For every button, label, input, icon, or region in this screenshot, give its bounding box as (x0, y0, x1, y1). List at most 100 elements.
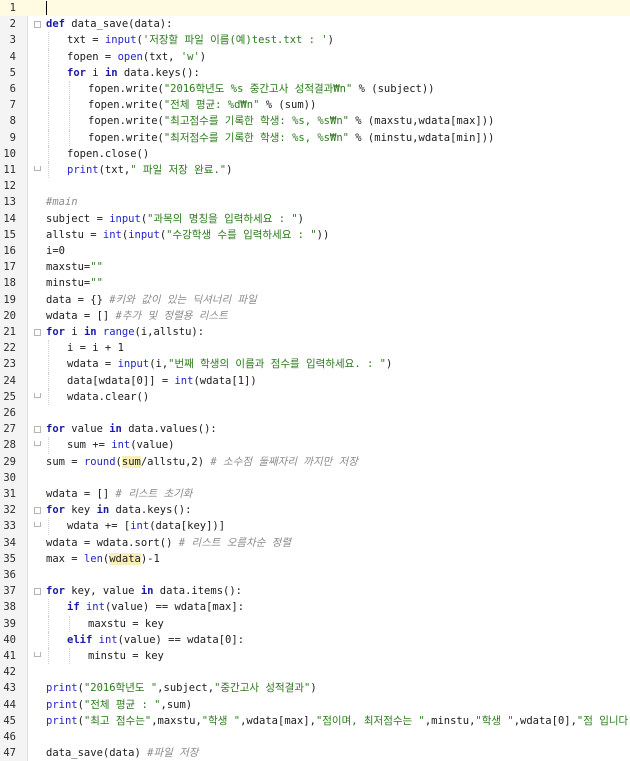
string-token: "전체 평균: %d₩n" (163, 99, 260, 112)
code-token: ,wdata[0], (513, 714, 577, 727)
line-number: 24 (3, 374, 16, 387)
code-token: (txt, (142, 50, 181, 63)
line-number: 22 (3, 342, 16, 355)
code-line[interactable]: 31 wdata = [] # 리스트 초기화 (0, 486, 630, 502)
code-line[interactable]: 2 def data_save(data): (0, 16, 630, 32)
code-token: fopen.write( (88, 83, 164, 95)
code-line[interactable]: 39 maxstu = key (0, 615, 630, 632)
code-line[interactable]: 12 (0, 178, 630, 194)
indent-guide (48, 340, 49, 357)
code-line[interactable]: 16 i=0 (0, 243, 630, 259)
code-line[interactable]: 27 for value in data.values(): (0, 421, 630, 437)
line-number: 41 (3, 650, 16, 662)
code-line[interactable]: 13 #main (0, 194, 630, 210)
comment-token: #파일 저장 (147, 747, 199, 760)
code-line[interactable]: 37 for key, value in data.items(): (0, 583, 630, 599)
code-text: fopen.close() (67, 146, 149, 162)
code-token: data_save(data) (46, 747, 148, 760)
code-line[interactable]: 1 (0, 0, 630, 17)
line-number: 44 (3, 698, 16, 711)
code-editor[interactable]: 1 2 def data_save(data): 3 txt = input('저장할 … (0, 0, 630, 761)
code-token: (data[key])] (149, 520, 226, 533)
line-number: 39 (3, 617, 16, 630)
code-text: data_save(data) #파일 저장 (46, 745, 198, 761)
code-line[interactable]: 42 (0, 664, 630, 680)
code-line[interactable]: 46 (0, 729, 630, 745)
code-text: wdata = [] #추가 및 정렬용 리스트 (46, 308, 228, 324)
string-token: "점 입니다." (576, 714, 630, 727)
code-line[interactable]: 10 fopen.close() (0, 145, 630, 162)
line-number: 35 (3, 552, 16, 565)
code-line[interactable]: 30 (0, 470, 630, 486)
code-text: fopen.write("2016학년도 %s 중간고사 성적결과₩n" % (… (88, 81, 435, 97)
fold-toggle-icon[interactable] (34, 21, 41, 29)
line-number: 10 (3, 147, 16, 160)
code-line[interactable]: 26 (0, 405, 630, 421)
code-line[interactable]: 36 (0, 567, 630, 583)
keyword-token: in (104, 66, 118, 79)
fold-toggle-icon[interactable] (34, 507, 41, 515)
line-number: 38 (3, 601, 16, 614)
code-line[interactable]: 35 max = len(wdata)-1 (0, 551, 630, 567)
comment-token: #main (46, 196, 78, 209)
line-number: 15 (3, 228, 16, 241)
code-token: (value) == wdata[0]: (117, 633, 245, 646)
code-token: key (64, 504, 97, 517)
code-line[interactable]: 28 sum += int(value) (0, 437, 630, 454)
line-number: 43 (3, 682, 16, 695)
code-token: data[wdata[0]] = (67, 374, 175, 387)
code-line[interactable]: 17 maxstu="" (0, 259, 630, 275)
code-line[interactable]: 7 fopen.write("전체 평균: %d₩n" % (sum)) (0, 97, 630, 114)
code-line[interactable]: 24 data[wdata[0]] = int(wdata[1]) (0, 372, 630, 389)
code-line[interactable]: 19 data = {} #키와 값이 있는 딕셔너리 파일 (0, 292, 630, 308)
indent-guide (48, 97, 49, 114)
code-line[interactable]: 23 wdata = input(i,"번째 학생의 이름과 점수를 입력하세요.… (0, 356, 630, 373)
code-line[interactable]: 18 minstu="" (0, 275, 630, 291)
code-token: wdata = [] (46, 309, 116, 322)
code-line[interactable]: 6 fopen.write("2016학년도 %s 중간고사 성적결과₩n" % … (0, 81, 630, 98)
builtin-token: int (85, 601, 105, 614)
code-line[interactable]: 40 elif int(value) == wdata[0]: (0, 631, 630, 648)
code-line[interactable]: 3 txt = input('저장할 파일 이름(예)test.txt : ') (0, 32, 630, 49)
code-line[interactable]: 25 wdata.clear() (0, 388, 630, 405)
code-line[interactable]: 20 wdata = [] #추가 및 정렬용 리스트 (0, 308, 630, 324)
fold-toggle-icon[interactable] (34, 588, 41, 596)
code-line[interactable]: 47 data_save(data) #파일 저장 (0, 745, 630, 761)
code-line[interactable]: 32 for key in data.keys(): (0, 502, 630, 518)
fold-toggle-icon[interactable] (34, 426, 41, 434)
code-token: /allstu,2) (140, 455, 211, 468)
code-line[interactable]: 33 wdata += [int(data[key])] (0, 518, 630, 535)
code-line[interactable]: 44 print("전체 평균 : ",sum) (0, 697, 630, 713)
code-text: print("최고 점수는",maxstu,"학생 ",wdata[max],"… (46, 713, 630, 729)
code-token: max = (46, 552, 84, 565)
line-number: 1 (9, 2, 16, 14)
code-line[interactable]: 8 fopen.write("최고점수를 기록한 학생: %s, %s₩n" % … (0, 113, 630, 130)
fold-toggle-icon[interactable] (34, 329, 41, 336)
code-line[interactable]: 4 fopen = open(txt, 'w') (0, 48, 630, 65)
string-token: "2016학년도 %s 중간고사 성적결과₩n" (163, 83, 353, 95)
code-line[interactable]: 15 allstu = int(input("수강학생 수를 입력하세요 : ")… (0, 227, 630, 243)
code-text: maxstu = key (88, 616, 164, 632)
line-number: 36 (3, 569, 16, 581)
code-text: minstu = key (88, 648, 164, 664)
fold-end-icon (34, 392, 41, 398)
indent-guide (48, 599, 49, 616)
code-line[interactable]: 5 for i in data.keys(): (0, 64, 630, 81)
code-line[interactable]: 14 subject = input("과목의 명칭을 입력하세요 : ") (0, 211, 630, 227)
code-line[interactable]: 11 print(txt," 파일 저장 완료.") (0, 162, 630, 179)
builtin-token: input (109, 212, 141, 225)
code-line[interactable]: 21 for i in range(i,allstu): (0, 324, 630, 340)
code-line[interactable]: 41 minstu = key (0, 648, 630, 665)
code-text: i = i + 1 (67, 340, 124, 356)
code-token: ) (199, 50, 207, 63)
code-line[interactable]: 34 wdata = wdata.sort() # 리스트 오름차순 정렬 (0, 535, 630, 551)
line-number: 42 (3, 666, 16, 679)
code-token: value (64, 423, 110, 436)
string-token: "중간고사 성적결과" (214, 682, 311, 695)
code-line[interactable]: 29 sum = round(sum/allstu,2) # 소수점 둘째자리 까… (0, 454, 630, 470)
code-line[interactable]: 45 print("최고 점수는",maxstu,"학생 ",wdata[max]… (0, 713, 630, 729)
code-line[interactable]: 38 if int(value) == wdata[max]: (0, 599, 630, 616)
code-line[interactable]: 9 fopen.write("최저점수를 기록한 학생: %s, %s₩n" % … (0, 129, 630, 146)
code-line[interactable]: 22 i = i + 1 (0, 340, 630, 357)
code-line[interactable]: 43 print("2016학년도 ",subject,"중간고사 성적결과") (0, 680, 630, 696)
